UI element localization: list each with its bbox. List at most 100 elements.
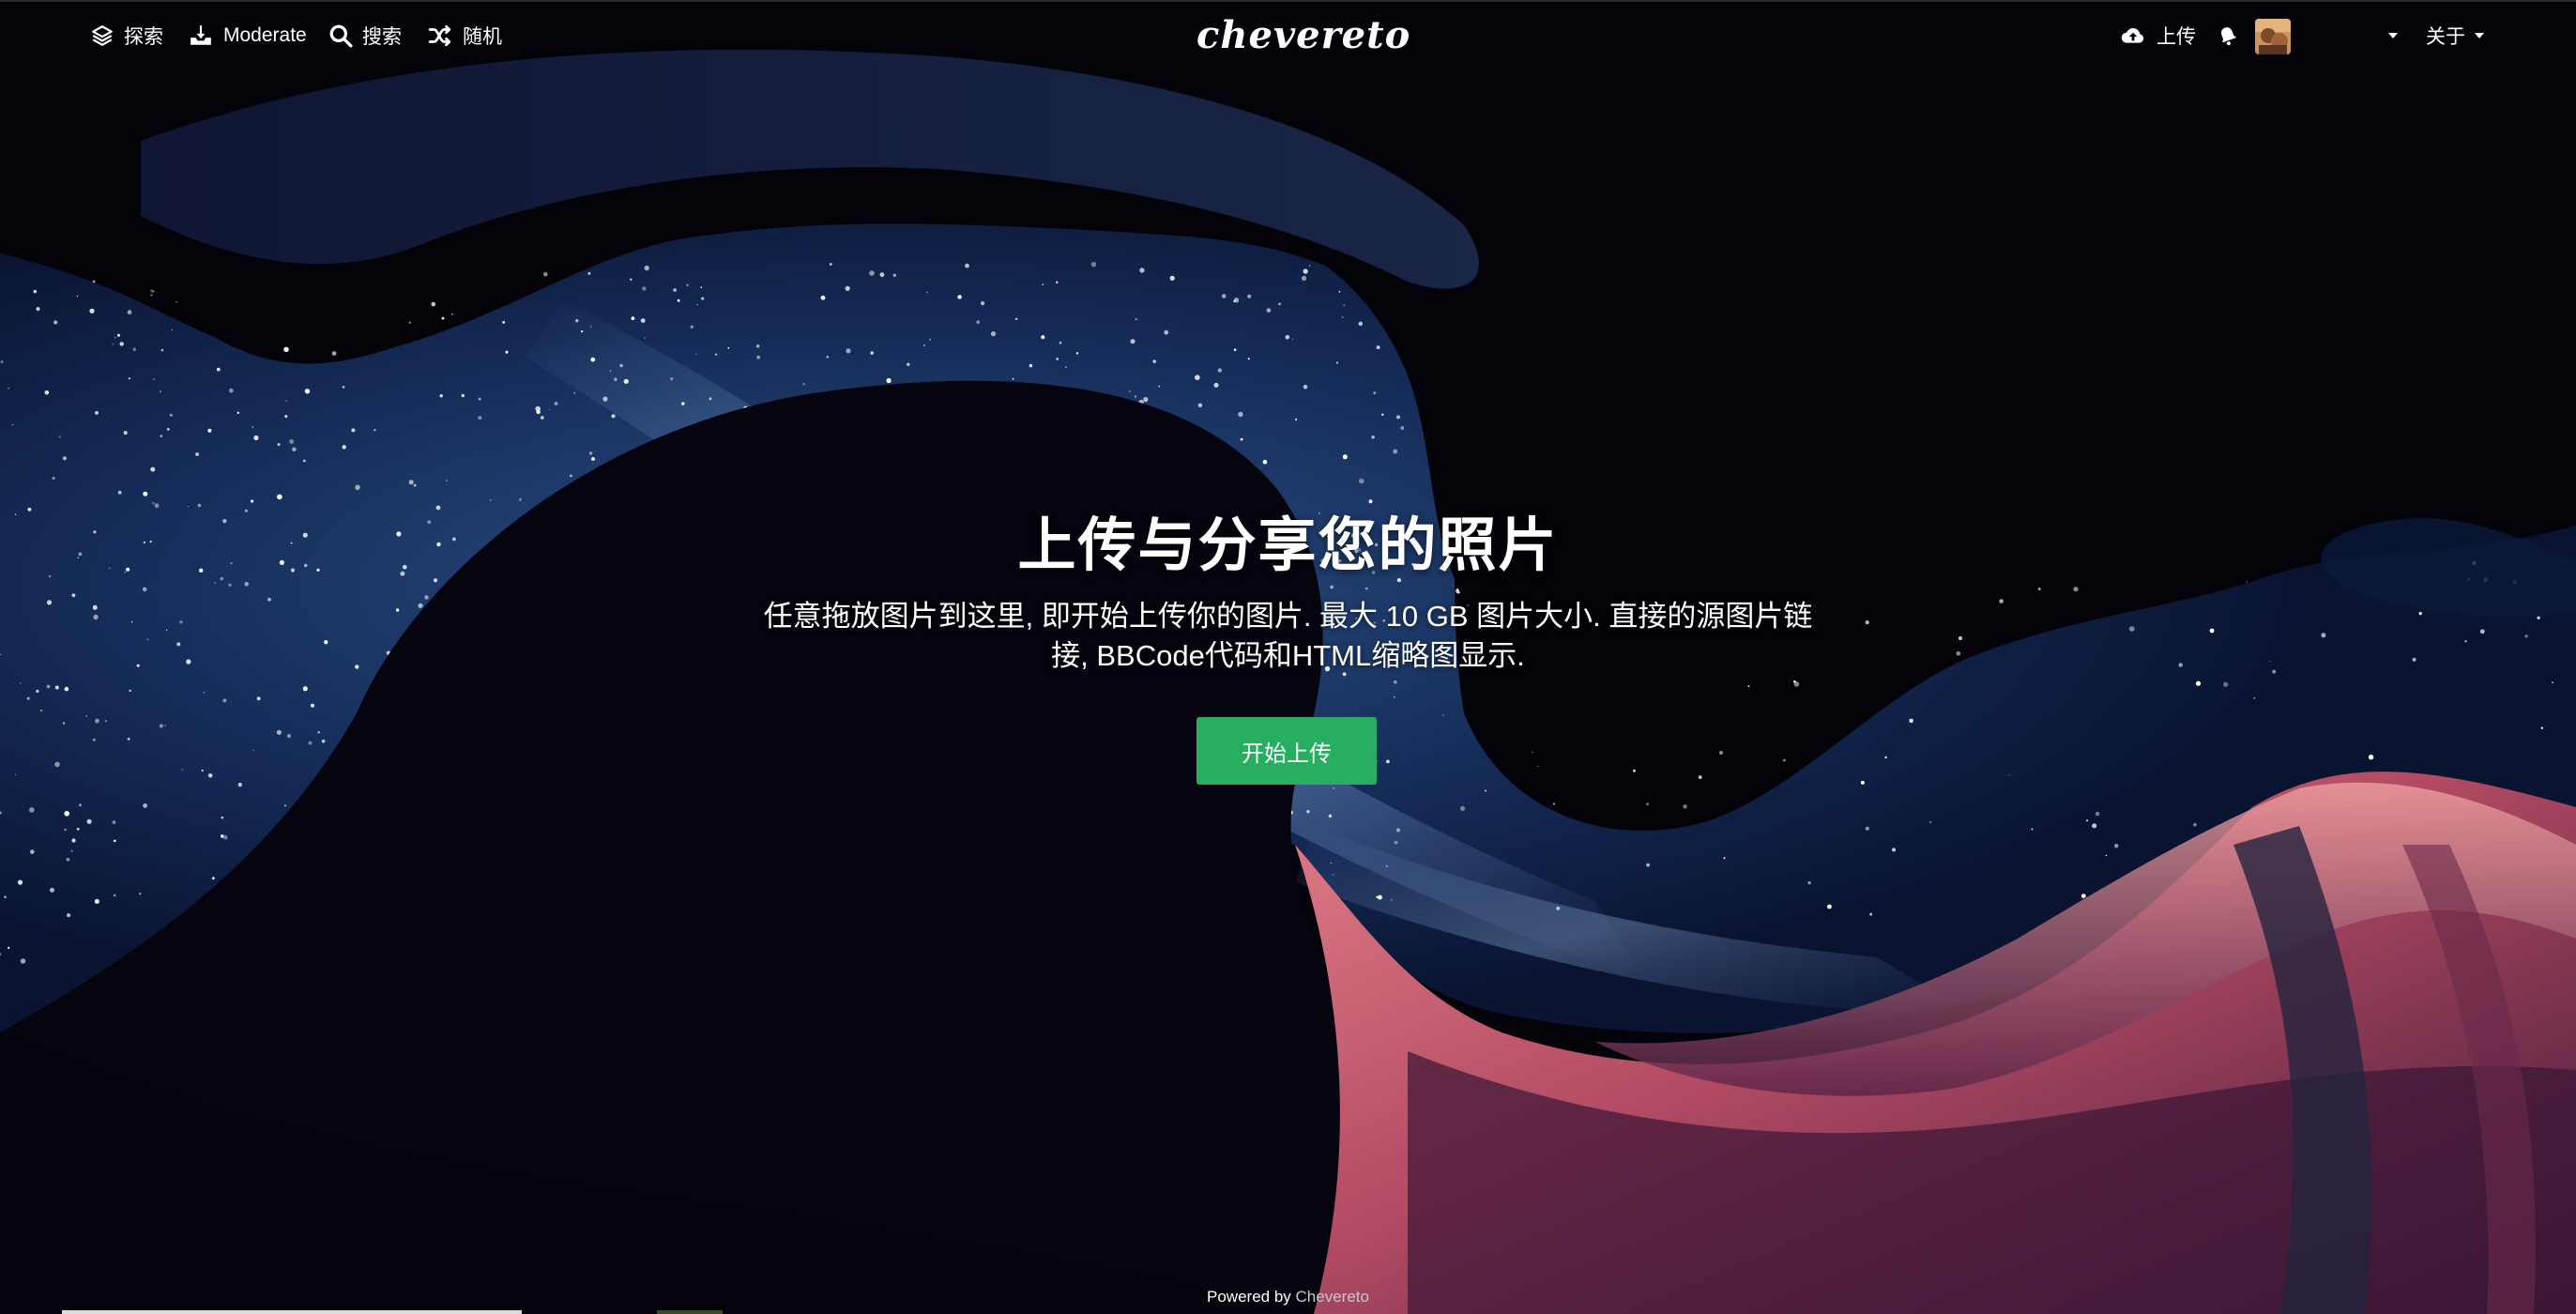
star [1999, 599, 2004, 604]
star [58, 435, 61, 438]
star [1396, 415, 1400, 420]
star [1377, 894, 1382, 900]
star [127, 737, 130, 741]
star [1130, 339, 1136, 344]
star [29, 807, 35, 813]
star [1056, 281, 1059, 284]
star [570, 474, 572, 478]
star [590, 326, 592, 328]
star [1646, 863, 1650, 867]
star [2073, 587, 2079, 592]
star [1865, 826, 1869, 831]
star [690, 325, 694, 328]
user-avatar[interactable] [2255, 19, 2291, 54]
star [237, 782, 242, 787]
star [446, 480, 448, 481]
star [1929, 820, 1932, 824]
star [478, 397, 481, 401]
star [159, 724, 163, 728]
star [181, 769, 184, 771]
star [686, 283, 689, 286]
star [1015, 317, 1018, 320]
star [677, 298, 680, 302]
star [8, 946, 10, 950]
star [1632, 769, 1636, 772]
star [1247, 294, 1252, 298]
star [1059, 341, 1062, 344]
star [2540, 726, 2543, 729]
star [321, 739, 326, 743]
bottom-scroll-indicator [62, 1310, 522, 1314]
nav-search[interactable]: 搜索 [328, 19, 402, 53]
star [54, 685, 59, 690]
star [907, 362, 910, 366]
star [1294, 418, 1298, 421]
star [1371, 435, 1375, 439]
nav-explore[interactable]: 探索 [90, 19, 163, 53]
star [222, 698, 227, 703]
star [70, 849, 73, 852]
star [52, 477, 55, 480]
star [62, 456, 67, 461]
nav-explore-label: 探索 [124, 26, 163, 48]
chevereto-logo[interactable]: chevereto [1197, 11, 1410, 60]
star [441, 316, 445, 320]
user-menu-dropdown[interactable] [2388, 19, 2398, 53]
star [229, 388, 234, 393]
star [535, 405, 541, 412]
star [175, 301, 177, 303]
star [1958, 635, 1963, 641]
star [1827, 904, 1832, 909]
star [1552, 802, 1556, 805]
star [342, 445, 346, 450]
star [756, 355, 761, 359]
star [311, 703, 314, 708]
star [418, 603, 423, 608]
star [112, 820, 116, 824]
star [40, 710, 43, 712]
star [76, 827, 80, 831]
hero-title: 上传与分享您的照片 [1017, 513, 1559, 578]
star [543, 271, 548, 277]
notifications-button[interactable] [2217, 19, 2239, 53]
star [186, 659, 191, 665]
star [1291, 338, 1294, 340]
star [1164, 329, 1169, 335]
nav-random[interactable]: 随机 [427, 19, 502, 53]
star [2095, 811, 2100, 817]
nav-moderate[interactable]: Moderate [188, 19, 307, 53]
star [644, 337, 646, 339]
star [64, 828, 67, 832]
star [355, 665, 359, 669]
chevereto-link[interactable]: Chevereto [1296, 1288, 1369, 1306]
star [2537, 616, 2540, 619]
star [727, 346, 730, 349]
nav-about[interactable]: 关于 [2426, 19, 2484, 53]
star [1238, 411, 1243, 418]
inbox-download-icon [188, 23, 214, 48]
nav-upload[interactable]: 上传 [2119, 19, 2196, 53]
star [1330, 862, 1333, 864]
star [71, 838, 76, 843]
star [46, 600, 53, 605]
star [408, 480, 414, 485]
star [1698, 775, 1702, 779]
star [1139, 267, 1145, 273]
star [587, 271, 591, 275]
shuffle-icon [427, 23, 453, 48]
start-upload-button[interactable]: 开始上传 [1197, 717, 1377, 785]
star [1042, 283, 1044, 285]
star [152, 378, 155, 381]
star [2008, 774, 2010, 776]
star [1333, 787, 1334, 789]
star [146, 638, 148, 640]
star [252, 426, 254, 428]
star [166, 629, 168, 632]
star [2464, 640, 2467, 643]
star [113, 894, 116, 897]
star [85, 715, 87, 717]
nav-random-label: 随机 [463, 26, 502, 48]
star [1400, 426, 1405, 430]
star [283, 346, 289, 352]
star [709, 397, 712, 401]
